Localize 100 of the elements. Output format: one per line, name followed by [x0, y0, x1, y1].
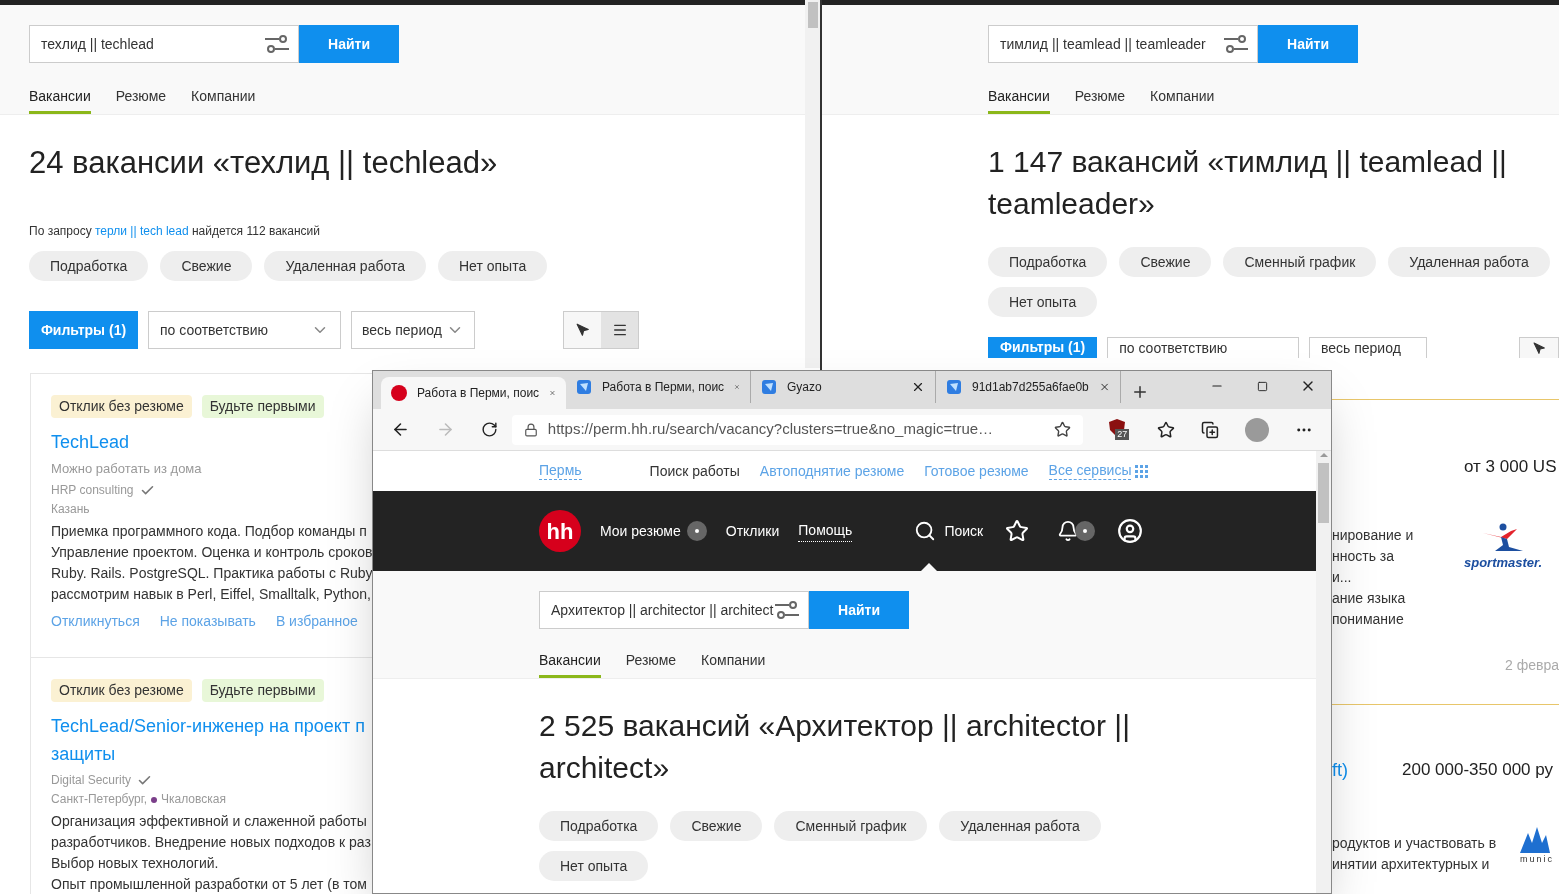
vacancy-description: Ruby. Rails. PostgreSQL. Практика работы с Ruby [51, 564, 373, 583]
dot-badge-icon [686, 521, 707, 541]
tab[interactable]: Вакансии [988, 77, 1050, 114]
sort-select[interactable]: по соответствию [1107, 337, 1299, 358]
vacancy-description: родуктов и участвовать в [1332, 834, 1498, 853]
filter-chip[interactable]: Свежие [670, 811, 763, 841]
vacancy-description: Организация эффективной и слаженной работы [51, 812, 367, 831]
add-favorite-icon[interactable] [1054, 421, 1072, 438]
vacancy-tag: Будьте первыми [201, 395, 324, 418]
results-heading: 2 525 вакансий «Архитектор || architector || architect» [539, 708, 1131, 786]
vacancy-description: ание языка [1332, 589, 1407, 608]
browser-tab[interactable]: Работа в Перми, поис [381, 377, 566, 409]
tab[interactable]: Вакансии [29, 77, 91, 114]
logo-text: sportmaster. [1464, 554, 1543, 572]
map-view-button[interactable] [564, 312, 601, 348]
filter-chip[interactable]: Нет опыта [437, 251, 548, 281]
filter-chip[interactable]: Подработка [29, 251, 149, 281]
tab[interactable]: Резюме [625, 641, 677, 678]
vacancy-description: инятии архитектурных и [1332, 855, 1491, 874]
new-tab-icon[interactable] [1131, 383, 1149, 401]
tab[interactable]: Резюме [1074, 77, 1126, 114]
query-hint: По запросу терли || tech lead найдется 112 вакансий [29, 223, 322, 239]
browser-tab[interactable]: Работа в Перми, поис [566, 371, 751, 403]
results-heading: 1 147 вакансий «тимлид || teamlead || teamleader» [988, 144, 1508, 222]
vacancy-tag: Отклик без резюме [51, 395, 192, 418]
header-search-link[interactable]: Поиск [944, 520, 984, 542]
location-arrow-icon [575, 323, 590, 337]
sort-select[interactable]: по соответствию [148, 311, 341, 349]
filter-chip[interactable]: Нет опыта [539, 851, 649, 881]
filter-sliders-icon[interactable] [264, 34, 290, 54]
maximize-icon[interactable] [1257, 381, 1268, 392]
vacancy-description: нирование и [1332, 526, 1415, 545]
dot-badge-icon [1075, 521, 1096, 541]
vacancy-description: рассмотрим навык в Perl, Eiffel, Smalltalk, Python, [51, 585, 371, 604]
vacancy-tag: Отклик без резюме [51, 679, 192, 702]
collections-icon[interactable] [1201, 420, 1220, 439]
scrollbar[interactable] [805, 0, 820, 368]
filter-chip[interactable]: Удаленная работа [939, 811, 1101, 841]
filter-sliders-icon[interactable] [1223, 34, 1249, 54]
site-favicon-icon [946, 379, 962, 395]
header-nav-link[interactable]: Отклики [725, 520, 780, 542]
mountain-peaks-icon [1520, 827, 1550, 853]
site-favicon-icon [391, 385, 407, 401]
list-icon [611, 322, 628, 338]
site-logo[interactable]: hh [539, 510, 581, 552]
filter-sliders-icon[interactable] [774, 600, 800, 620]
tab[interactable]: Компании [1150, 77, 1215, 114]
vacancy-description: и... [1332, 568, 1353, 587]
address-bar[interactable]: https://perm.hh.ru/search/vacancy?clusters=true&no_magic=true… [511, 414, 1084, 445]
star-icon[interactable] [1005, 519, 1030, 543]
salary-text: от 3 000 US [1464, 457, 1557, 477]
map-view-button[interactable] [1519, 337, 1559, 358]
search-field[interactable]: техлид || techlead [29, 25, 299, 63]
reload-icon[interactable] [480, 421, 498, 438]
tab-title: Работа в Перми, поис [602, 379, 725, 396]
publish-date: 2 февра [1505, 655, 1559, 675]
search-icon[interactable] [914, 520, 937, 542]
profile-avatar[interactable] [1245, 417, 1270, 442]
filter-chip[interactable]: Свежие [160, 251, 253, 281]
vacancy-description: Опыт промышленной разработки от 5 лет (в том [51, 875, 367, 894]
grid-icon [1135, 464, 1149, 478]
close-tab-icon[interactable] [911, 380, 925, 394]
scrollbar[interactable] [1316, 451, 1331, 893]
tab[interactable]: Резюме [115, 77, 167, 114]
salary-text: 200 000-350 000 ру [1402, 760, 1554, 780]
tab[interactable]: Вакансии [539, 641, 601, 678]
search-field[interactable]: тимлид || teamlead || teamleader [988, 25, 1258, 63]
lock-icon [523, 422, 538, 437]
filter-chip[interactable]: Подработка [539, 811, 659, 841]
tab[interactable]: Компании [191, 77, 256, 114]
vacancy-description: нность за [1332, 547, 1396, 566]
browser-tab[interactable]: 91d1ab7d255a6fae0b [936, 371, 1121, 403]
site-favicon-icon [761, 379, 777, 395]
results-heading: 24 вакансии «техлид || techlead» [29, 144, 499, 182]
site-favicon-icon [576, 379, 592, 395]
search-field[interactable]: Архитектор || architector || architect [539, 591, 809, 629]
filter-chip[interactable]: Сменный график [774, 811, 928, 841]
period-select[interactable]: весь период [1308, 337, 1428, 358]
browser-tab[interactable]: Gyazo [751, 371, 936, 403]
query-link[interactable]: терли || tech lead [95, 224, 189, 238]
favorites-icon[interactable] [1157, 420, 1176, 439]
filter-chip[interactable]: Сменный график [1223, 247, 1377, 277]
vacancy-description: разработчиков. Внедрение новых подходов к раз [51, 833, 371, 852]
location-text: Казань [51, 501, 90, 518]
site-nav-link[interactable]: Поиск работы [649, 462, 740, 480]
period-select[interactable]: весь период [351, 311, 475, 349]
filter-chip[interactable]: Свежие [1119, 247, 1212, 277]
tab[interactable]: Компании [701, 641, 766, 678]
back-icon[interactable] [391, 420, 410, 439]
filter-chip[interactable]: Удаленная работа [264, 251, 426, 281]
remote-note: Можно работать из дома [51, 460, 202, 478]
list-view-button[interactable] [601, 312, 638, 348]
filter-chip[interactable]: Подработка [988, 247, 1108, 277]
profile-icon[interactable] [1117, 518, 1144, 544]
filter-chip[interactable]: Удаленная работа [1388, 247, 1550, 277]
vacancy-description: Приемка программного кода. Подбор команды п [51, 522, 367, 541]
vacancy-description: Выбор новых технологий. [51, 854, 219, 873]
filter-chip[interactable]: Нет опыта [988, 287, 1098, 317]
location-arrow-icon [1532, 341, 1546, 355]
header-nav-link[interactable]: Мои резюме [600, 520, 681, 542]
